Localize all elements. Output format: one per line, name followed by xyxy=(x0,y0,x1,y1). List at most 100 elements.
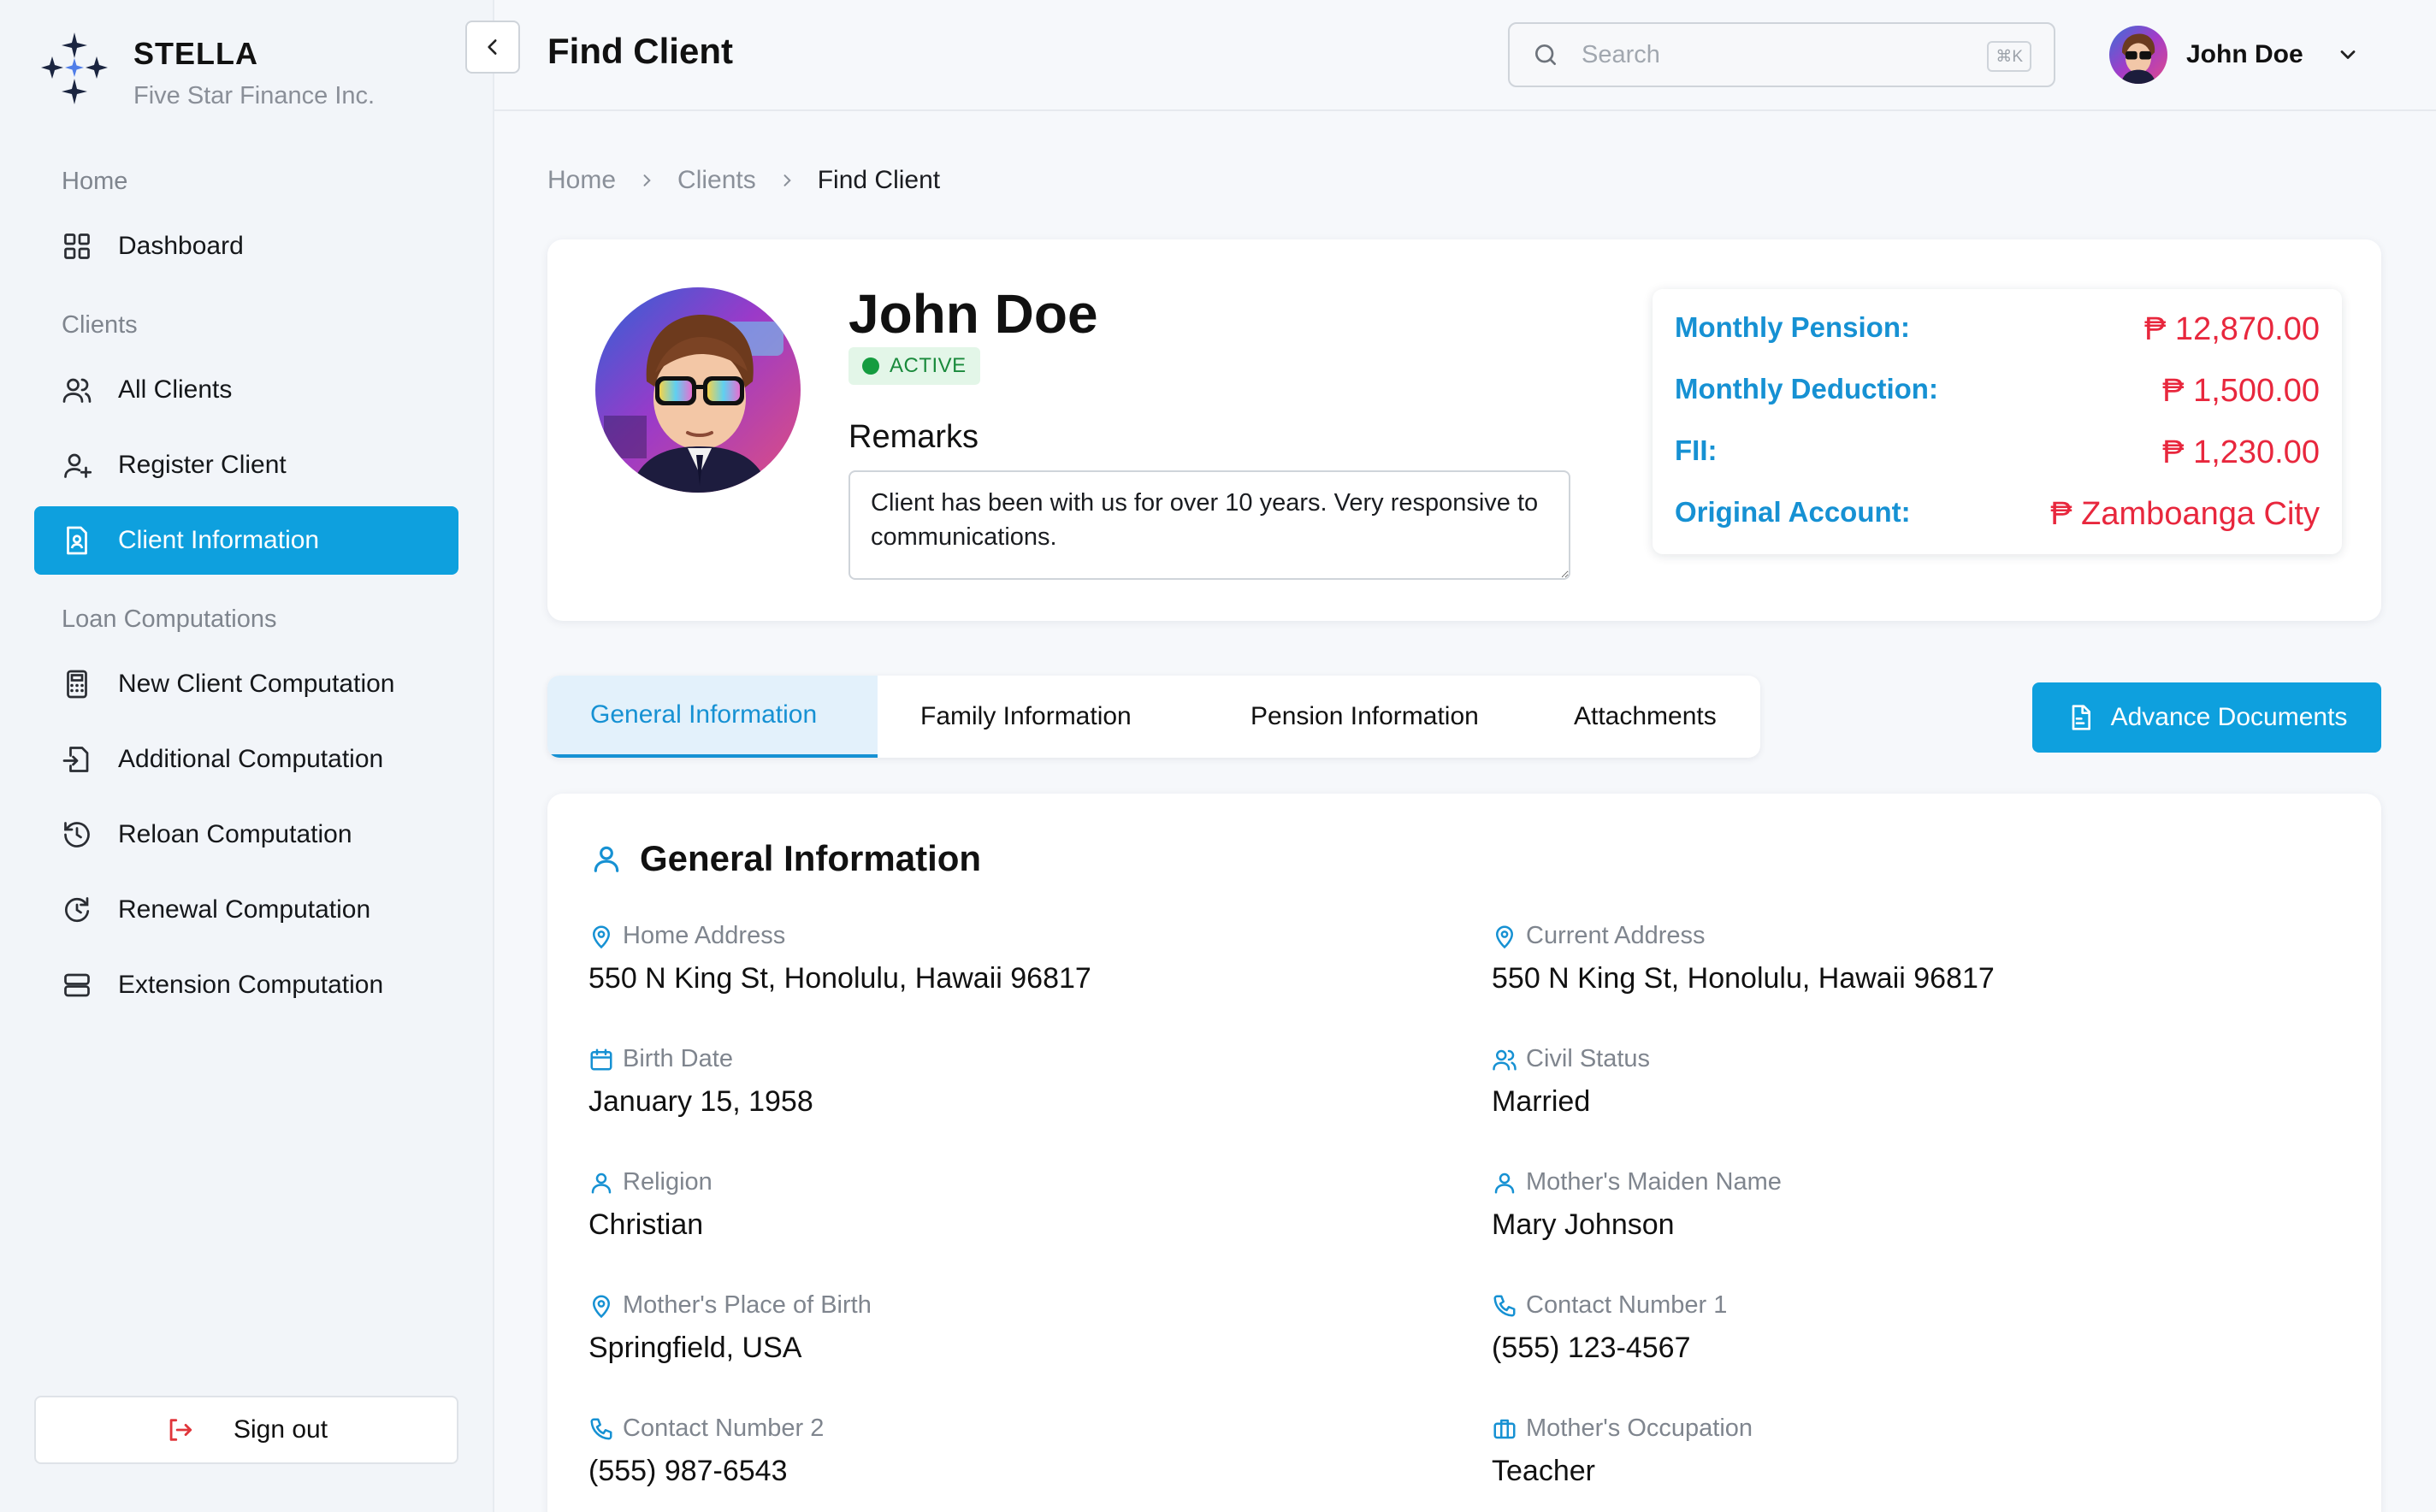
tab-general-information[interactable]: General Information xyxy=(547,676,878,758)
sign-out-button[interactable]: Sign out xyxy=(34,1396,458,1464)
field-value: Mary Johnson xyxy=(1492,1208,1675,1241)
collapse-sidebar-button[interactable] xyxy=(465,21,520,74)
financial-row: FII: ₱ 1,230.00 xyxy=(1675,429,2320,477)
status-text: ACTIVE xyxy=(890,354,967,377)
sidebar-item-new-client-computation[interactable]: New Client Computation xyxy=(34,650,458,718)
advance-documents-label: Advance Documents xyxy=(2110,703,2348,731)
sidebar-item-label: Reloan Computation xyxy=(118,820,352,848)
clock-refresh-icon xyxy=(62,895,92,925)
breadcrumb: Home Clients Find Client xyxy=(547,166,940,195)
field-label: Birth Date xyxy=(623,1045,733,1072)
chevron-left-icon xyxy=(482,36,504,58)
field-label: Mother's Occupation xyxy=(1526,1415,1753,1442)
field-civil-status: Civil Status Married xyxy=(1492,1045,2262,1119)
financial-value: ₱ 1,230.00 xyxy=(2162,434,2320,470)
sidebar-item-label: Dashboard xyxy=(118,232,244,260)
sign-out-label: Sign out xyxy=(233,1415,328,1444)
users-icon xyxy=(1492,1047,1517,1072)
tab-attachments[interactable]: Attachments xyxy=(1541,676,1760,758)
section-title: General Information xyxy=(590,838,981,879)
chevron-right-icon xyxy=(778,172,795,189)
section-title-text: General Information xyxy=(640,838,982,878)
brand-subtitle: Five Star Finance Inc. xyxy=(133,82,375,109)
map-pin-icon xyxy=(1492,924,1517,949)
sidebar-item-register-client[interactable]: Register Client xyxy=(34,431,458,499)
user-icon xyxy=(590,842,623,875)
brand-name: STELLA xyxy=(133,36,258,71)
chevron-down-icon xyxy=(2336,43,2360,67)
financial-row: Monthly Pension: ₱ 12,870.00 xyxy=(1675,306,2320,354)
financial-label: Monthly Deduction: xyxy=(1675,373,1938,405)
financial-summary: Monthly Pension: ₱ 12,870.00 Monthly Ded… xyxy=(1653,289,2342,554)
breadcrumb-current: Find Client xyxy=(817,166,941,194)
search-icon xyxy=(1532,41,1559,68)
document-icon xyxy=(2066,704,2094,731)
sidebar-item-additional-computation[interactable]: Additional Computation xyxy=(34,725,458,794)
id-document-icon xyxy=(62,525,92,556)
field-value: (555) 987-6543 xyxy=(588,1455,788,1487)
field-mothers-occupation: Mother's Occupation Teacher xyxy=(1492,1415,2262,1488)
stars-logo-icon xyxy=(39,32,109,104)
financial-value: ₱ 12,870.00 xyxy=(2144,311,2320,347)
file-import-icon xyxy=(62,744,92,775)
breadcrumb-home[interactable]: Home xyxy=(547,166,616,195)
sidebar-item-all-clients[interactable]: All Clients xyxy=(34,356,458,424)
user-icon xyxy=(1492,1170,1517,1196)
field-label: Home Address xyxy=(623,922,786,949)
sidebar-item-renewal-computation[interactable]: Renewal Computation xyxy=(34,876,458,944)
field-label: Contact Number 1 xyxy=(1526,1291,1728,1319)
financial-label: FII: xyxy=(1675,434,1718,466)
nav-section-loan-computations: Loan Computations xyxy=(62,605,277,633)
user-plus-icon xyxy=(62,450,92,481)
field-label: Contact Number 2 xyxy=(623,1415,825,1442)
tab-pension-information[interactable]: Pension Information xyxy=(1206,676,1541,758)
remarks-textarea[interactable]: Client has been with us for over 10 year… xyxy=(848,470,1570,580)
client-profile-card: John Doe ACTIVE Remarks Client has been … xyxy=(547,239,2381,621)
sidebar-item-label: Register Client xyxy=(118,451,287,479)
sidebar-item-label: New Client Computation xyxy=(118,670,395,698)
field-value: Teacher xyxy=(1492,1455,1595,1487)
field-mothers-place-of-birth: Mother's Place of Birth Springfield, USA xyxy=(588,1291,1358,1365)
field-label: Mother's Maiden Name xyxy=(1526,1168,1782,1196)
field-label: Current Address xyxy=(1526,922,1706,949)
map-pin-icon xyxy=(588,924,614,949)
field-value: 550 N King St, Honolulu, Hawaii 96817 xyxy=(588,962,1091,995)
server-stack-icon xyxy=(62,970,92,1001)
financial-label: Monthly Pension: xyxy=(1675,311,1910,343)
search-input[interactable] xyxy=(1582,40,1949,69)
remarks-label: Remarks xyxy=(848,419,979,455)
search-bar[interactable]: ⌘K xyxy=(1508,22,2055,87)
advance-documents-button[interactable]: Advance Documents xyxy=(2032,682,2381,753)
avatar xyxy=(2109,26,2167,84)
financial-value: ₱ 1,500.00 xyxy=(2162,373,2320,409)
field-contact-number-1: Contact Number 1 (555) 123-4567 xyxy=(1492,1291,2262,1365)
user-menu[interactable]: John Doe xyxy=(2109,26,2360,84)
sidebar: STELLA Five Star Finance Inc. Home Dashb… xyxy=(0,0,494,1512)
chevron-right-icon xyxy=(638,172,655,189)
brand[interactable]: STELLA Five Star Finance Inc. xyxy=(39,32,375,110)
field-birth-date: Birth Date January 15, 1958 xyxy=(588,1045,1358,1119)
calendar-icon xyxy=(588,1047,614,1072)
breadcrumb-clients[interactable]: Clients xyxy=(677,166,756,195)
page-title: Find Client xyxy=(547,31,733,71)
sidebar-item-client-information[interactable]: Client Information xyxy=(34,506,458,575)
client-avatar xyxy=(595,287,801,493)
user-name: John Doe xyxy=(2186,40,2303,68)
field-value: 550 N King St, Honolulu, Hawaii 96817 xyxy=(1492,962,1995,995)
sidebar-item-reloan-computation[interactable]: Reloan Computation xyxy=(34,800,458,869)
financial-row: Original Account: ₱ Zamboanga City xyxy=(1675,491,2320,539)
sidebar-item-dashboard[interactable]: Dashboard xyxy=(34,212,458,281)
field-label: Mother's Place of Birth xyxy=(623,1291,872,1319)
field-value: Married xyxy=(1492,1085,1591,1118)
field-home-address: Home Address 550 N King St, Honolulu, Ha… xyxy=(588,922,1358,995)
client-name: John Doe xyxy=(848,283,1098,345)
field-value: Christian xyxy=(588,1208,704,1241)
keyboard-shortcut-badge: ⌘K xyxy=(1987,41,2031,72)
sidebar-item-extension-computation[interactable]: Extension Computation xyxy=(34,951,458,1019)
history-icon xyxy=(62,819,92,850)
status-badge: ACTIVE xyxy=(848,347,980,385)
financial-label: Original Account: xyxy=(1675,496,1911,528)
financial-value: ₱ Zamboanga City xyxy=(2050,496,2320,532)
tab-family-information[interactable]: Family Information xyxy=(878,676,1206,758)
nav-section-clients: Clients xyxy=(62,311,138,339)
